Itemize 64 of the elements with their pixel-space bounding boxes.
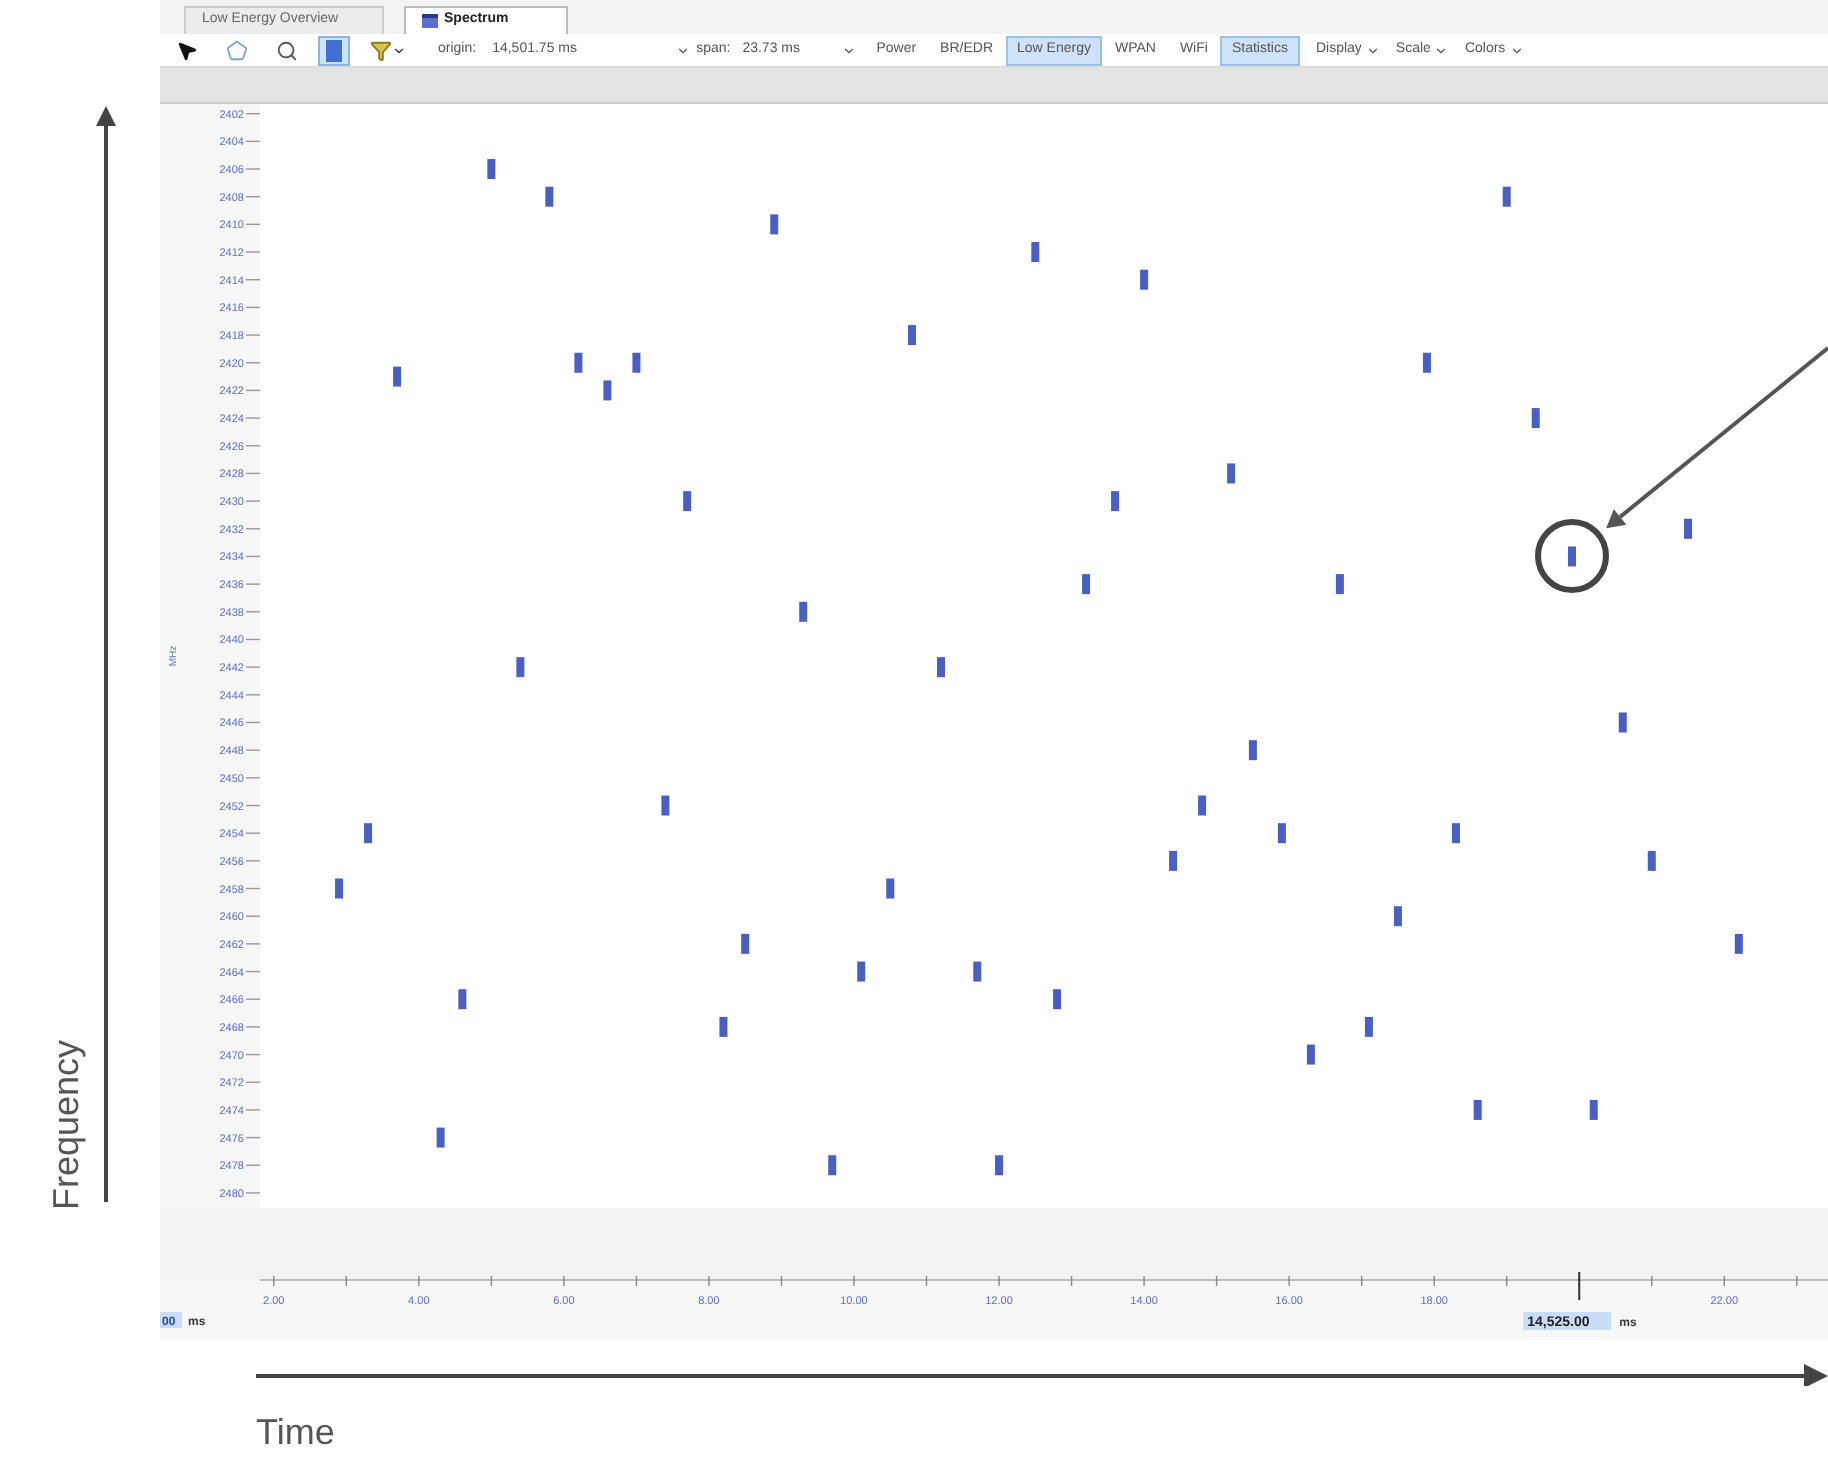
packet-mark xyxy=(1306,1044,1315,1065)
packet-mark xyxy=(1502,186,1511,207)
packet-mark xyxy=(937,657,945,678)
packet-mark xyxy=(973,961,982,982)
packet-mark xyxy=(1198,795,1207,816)
packet-mark xyxy=(1169,850,1178,871)
packet-mark xyxy=(1734,933,1743,954)
packet-mark xyxy=(1053,989,1062,1010)
packet-mark xyxy=(393,366,402,387)
packet-mark xyxy=(1031,242,1040,263)
packet-mark xyxy=(1684,518,1693,539)
packet-mark xyxy=(995,1155,1004,1176)
packet-mark xyxy=(1589,1099,1598,1120)
packet-mark xyxy=(574,352,583,373)
packet-mark xyxy=(632,352,641,373)
packet-mark xyxy=(661,795,670,816)
packet-mark xyxy=(1140,269,1149,290)
packet-mark xyxy=(741,933,750,954)
square-icon xyxy=(326,39,342,61)
packet-mark xyxy=(1647,850,1656,871)
packet-mark xyxy=(683,491,692,512)
packet-mark xyxy=(719,1016,728,1037)
caret-icon xyxy=(1509,43,1524,57)
packet-mark xyxy=(1227,463,1236,484)
packet-mark xyxy=(1277,823,1286,844)
packet-mark xyxy=(1335,574,1344,595)
packet-mark xyxy=(364,823,373,844)
packet-mark xyxy=(458,989,467,1010)
packet-mark xyxy=(770,214,779,235)
packet-mark xyxy=(1248,740,1257,761)
highlight-ring xyxy=(1535,519,1609,593)
packet-mark xyxy=(545,186,554,207)
packet-mark xyxy=(1473,1099,1482,1120)
packet-mark xyxy=(1111,491,1120,512)
caret-icon xyxy=(1365,43,1380,57)
search-icon xyxy=(276,39,298,61)
packet-mark xyxy=(1568,546,1576,567)
packet-mark xyxy=(799,601,808,622)
packet-mark xyxy=(487,159,496,180)
pentagon-icon xyxy=(226,39,248,61)
packet-mark xyxy=(603,380,612,401)
packet-mark xyxy=(335,878,344,899)
axis-annotation: Time xyxy=(256,1410,335,1456)
caret-icon xyxy=(392,43,406,57)
packet-mark xyxy=(1082,574,1091,595)
packet-mark xyxy=(436,1127,445,1148)
packet-mark xyxy=(1422,352,1431,373)
packet-mark xyxy=(1451,823,1460,844)
axis-annotation: Frequency xyxy=(45,1039,89,1211)
packet-mark xyxy=(516,657,525,678)
packet-mark xyxy=(828,1155,837,1176)
filter-icon xyxy=(370,39,392,61)
packet-mark xyxy=(857,961,866,982)
caret-icon[interactable] xyxy=(676,43,691,57)
pointer-icon xyxy=(176,39,198,61)
packet-mark xyxy=(1364,1016,1373,1037)
packet-mark xyxy=(886,878,895,899)
packet-mark xyxy=(1618,712,1627,733)
packet-mark xyxy=(1393,906,1402,927)
caret-icon[interactable] xyxy=(842,43,857,57)
packet-mark xyxy=(1531,408,1540,429)
chart-icon xyxy=(422,14,438,28)
caret-icon xyxy=(1434,43,1449,57)
packet-mark xyxy=(908,325,916,346)
